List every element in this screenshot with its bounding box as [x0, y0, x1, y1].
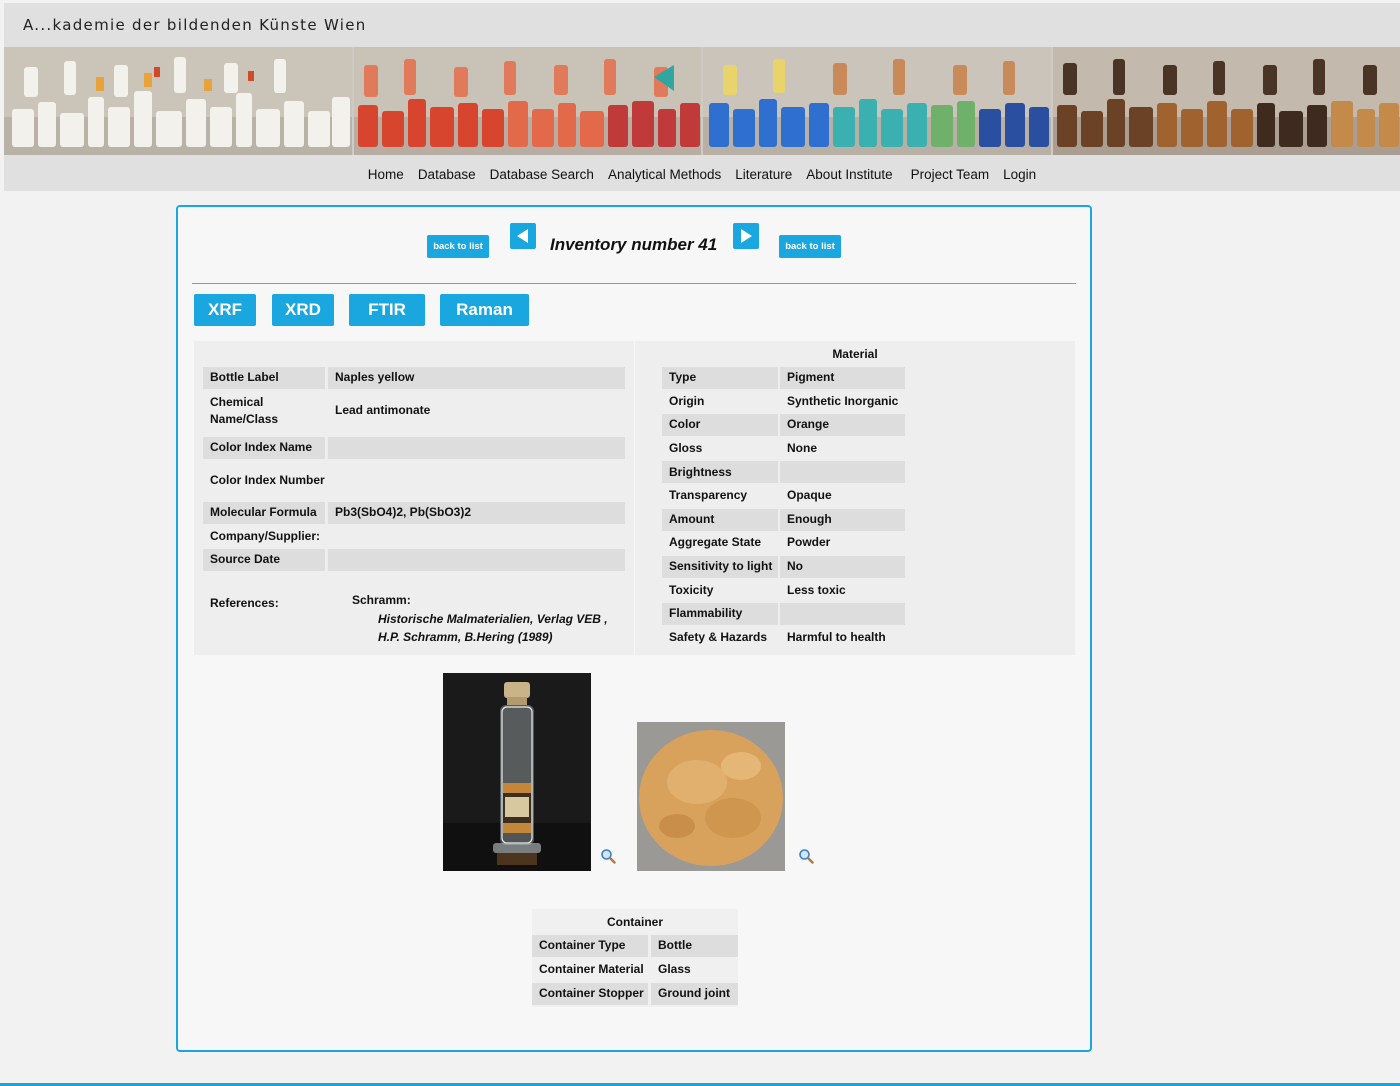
row-label: Container Stopper — [532, 983, 648, 1005]
nav-about-institute[interactable]: About Institute — [806, 167, 892, 182]
row-label: Molecular Formula — [203, 502, 325, 524]
row-value — [780, 461, 905, 484]
references-citation: Historische Malmaterialien, Verlag VEB ,… — [378, 611, 608, 646]
row-value: Powder — [787, 535, 831, 550]
site-header: A...kademie der bildenden Künste Wien — [4, 3, 1400, 47]
row-label: Container Type — [532, 935, 648, 957]
row-value: Harmful to health — [787, 629, 886, 644]
row-label: Bottle Label — [203, 367, 325, 389]
row-label: Aggregate State — [669, 535, 762, 550]
row-value: Ground joint — [651, 983, 738, 1005]
row-label: Brightness — [662, 461, 778, 484]
row-label: Type — [662, 367, 778, 389]
banner-panel-red-jars — [353, 47, 703, 155]
banner-image — [4, 47, 1400, 155]
record-panel: back to list Inventory number 41 back to… — [176, 205, 1092, 1052]
nav-home[interactable]: Home — [368, 167, 404, 182]
row-value: None — [787, 441, 817, 456]
references-line-2: H.P. Schramm, B.Hering (1989) — [378, 629, 553, 644]
inventory-title: Inventory number 41 — [550, 235, 718, 254]
divider — [192, 283, 1076, 284]
next-record-button[interactable] — [733, 223, 759, 249]
row-value: Pb3(SbO4)2, Pb(SbO3)2 — [328, 502, 625, 524]
references-line-1: Historische Malmaterialien, Verlag VEB , — [378, 612, 608, 626]
row-value — [328, 549, 625, 571]
row-label: Company/Supplier: — [210, 529, 321, 544]
tab-xrf[interactable]: XRF — [194, 294, 256, 326]
row-label: Color — [662, 414, 778, 437]
site-title[interactable]: A...kademie der bildenden Künste Wien — [23, 16, 367, 34]
row-label: Color Index Name — [203, 437, 325, 459]
references-label: References: — [210, 596, 279, 610]
row-value: Glass — [658, 962, 691, 977]
nav-database-search[interactable]: Database Search — [490, 167, 594, 182]
row-value: Naples yellow — [328, 367, 625, 389]
row-label: Gloss — [669, 441, 703, 456]
pigment-powder-photo[interactable] — [637, 722, 785, 871]
triangle-right-icon — [741, 229, 752, 243]
row-value: Orange — [780, 414, 905, 437]
row-label: Sensitivity to light — [662, 555, 778, 578]
magnifier-icon[interactable] — [798, 848, 814, 864]
container-table: Container Container Type Bottle Containe… — [532, 909, 738, 1007]
row-label: Source Date — [203, 549, 325, 571]
row-label: Container Material — [539, 962, 644, 977]
row-value: Bottle — [651, 935, 738, 957]
banner-panel-blue-jars — [703, 47, 1053, 155]
nav-login[interactable]: Login — [1003, 167, 1036, 182]
magnifier-icon[interactable] — [600, 848, 616, 864]
row-label: Origin — [669, 393, 705, 408]
references-author: Schramm: — [352, 593, 411, 607]
row-value: Opaque — [787, 488, 832, 503]
nav-literature[interactable]: Literature — [735, 167, 792, 182]
back-to-list-button-right[interactable]: back to list — [779, 235, 841, 258]
main-navigation: Home Database Database Search Analytical… — [4, 155, 1400, 191]
row-value: Synthetic Inorganic — [787, 393, 899, 408]
banner-panel-white-jars — [4, 47, 354, 155]
container-heading: Container — [606, 915, 663, 929]
previous-record-button[interactable] — [510, 223, 536, 249]
row-value: No — [780, 555, 905, 578]
row-value — [328, 437, 625, 459]
tab-xrd[interactable]: XRD — [272, 294, 334, 326]
row-label: Amount — [662, 508, 778, 531]
back-to-list-button-left[interactable]: back to list — [427, 235, 489, 258]
triangle-left-icon — [517, 229, 528, 243]
row-label: Safety & Hazards — [669, 629, 768, 644]
tab-ftir[interactable]: FTIR — [349, 294, 425, 326]
row-label: Flammability — [662, 603, 778, 625]
tab-raman[interactable]: Raman — [440, 294, 529, 326]
nav-analytical-methods[interactable]: Analytical Methods — [608, 167, 721, 182]
material-table: Material Type Pigment Origin Synthetic Inor… — [635, 341, 1075, 655]
row-label: Chemical Name/Class — [210, 394, 279, 427]
row-label: Transparency — [669, 488, 748, 503]
row-label: Toxicity — [669, 582, 714, 597]
bottle-photo[interactable] — [443, 673, 591, 871]
banner-panel-brown-jars — [1052, 47, 1400, 155]
row-label: Color Index Number — [210, 473, 325, 488]
row-value: Pigment — [780, 367, 905, 389]
general-info-table: Bottle Label Naples yellow Chemical Name… — [194, 341, 634, 655]
row-value — [328, 462, 625, 500]
nav-database[interactable]: Database — [418, 167, 476, 182]
material-heading: Material — [832, 347, 878, 361]
row-value — [328, 526, 625, 548]
row-value — [780, 603, 905, 625]
row-value: Less toxic — [787, 582, 846, 597]
row-value: Lead antimonate — [335, 403, 431, 418]
nav-project-team[interactable]: Project Team — [911, 167, 990, 182]
row-value: Enough — [780, 508, 905, 531]
